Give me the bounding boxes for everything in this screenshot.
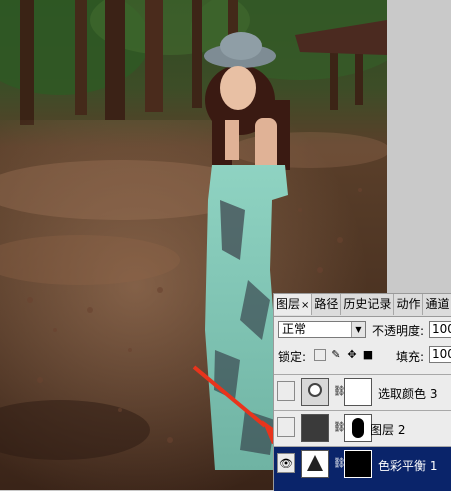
lock-row: 锁定: ✎ ✥ ■ 填充: 100% [278, 346, 451, 366]
visibility-toggle[interactable] [277, 417, 295, 437]
visibility-toggle[interactable]: 👁 [277, 453, 295, 473]
layer-name: 色彩平衡 1 [378, 459, 438, 473]
layer-name: 选取颜色 3 [378, 387, 438, 401]
tab-history[interactable]: 历史记录 [341, 294, 395, 315]
tab-layers-label: 图层 [276, 297, 301, 311]
tab-actions[interactable]: 动作 [394, 294, 424, 315]
layer-row-color-balance[interactable]: 👁 ⛓ 色彩平衡 1 [274, 446, 451, 491]
lock-all-icon[interactable]: ■ [362, 349, 374, 361]
lock-move-icon[interactable]: ✥ [346, 349, 358, 361]
opacity-label: 不透明度: [372, 324, 425, 338]
opacity-input[interactable]: 100% [429, 321, 451, 338]
chevron-down-icon[interactable]: ▼ [351, 322, 365, 337]
lock-label: 锁定: [278, 350, 307, 364]
layer-mask-thumbnail [344, 378, 372, 406]
tab-channels[interactable]: 通道 [423, 294, 451, 315]
blend-row: 正常 ▼ 不透明度: 100% [278, 321, 451, 341]
tab-paths[interactable]: 路径 [312, 294, 342, 315]
close-icon[interactable]: × [301, 300, 309, 311]
lock-brush-icon[interactable]: ✎ [330, 349, 342, 361]
layers-panel: 图层×路径历史记录动作通道 正常 ▼ 不透明度: 100% 锁定: ✎ ✥ ■ … [273, 293, 451, 491]
layer-thumbnail [301, 414, 329, 442]
fill-label: 填充: [396, 350, 425, 364]
layer-row-layer-2[interactable]: ⛓ 图层 2 [274, 410, 451, 446]
lock-transparent-icon[interactable] [314, 349, 326, 361]
adjustment-icon [301, 378, 329, 406]
adjustment-icon [301, 450, 329, 478]
eye-icon: 👁 [279, 457, 293, 470]
fill-input[interactable]: 100% [429, 346, 451, 363]
layer-mask-thumbnail [344, 450, 372, 478]
visibility-toggle[interactable] [277, 381, 295, 401]
workspace-background [387, 0, 451, 293]
blend-mode-value: 正常 [282, 322, 307, 336]
layer-row-selective-color[interactable]: ⛓ 选取颜色 3 [274, 374, 451, 410]
panel-tabs: 图层× 路径 历史记录 动作 通道 [274, 294, 451, 317]
blend-mode-select[interactable]: 正常 ▼ [278, 321, 366, 338]
layer-name: 图层 2 [370, 423, 406, 437]
tab-layers[interactable]: 图层× [274, 294, 313, 315]
layer-mask-thumbnail [344, 414, 372, 442]
